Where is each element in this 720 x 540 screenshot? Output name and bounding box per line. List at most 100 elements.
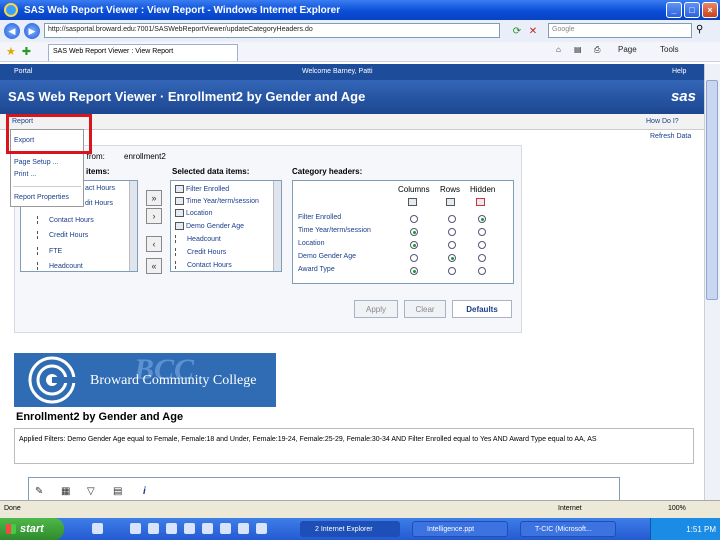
quicklaunch-icon[interactable] (202, 523, 213, 534)
columns-radio[interactable] (410, 228, 418, 236)
edit-icon[interactable]: ✎ (35, 486, 43, 497)
clock: 1:51 PM (686, 524, 716, 534)
columns-radio[interactable] (410, 267, 418, 275)
menu-item-report-properties[interactable]: Report Properties (14, 194, 69, 201)
howdoi-link[interactable]: How Do I? (646, 118, 679, 125)
menu-item-print[interactable]: Print ... (14, 171, 36, 178)
search-icon[interactable]: ⚲ (696, 24, 703, 35)
list-item[interactable]: act Hours (85, 185, 115, 192)
add-button[interactable]: › (146, 208, 162, 224)
print-icon[interactable]: ⎙ (594, 45, 600, 55)
help-link[interactable]: Help (672, 68, 686, 75)
available-items-label: items: (86, 167, 110, 176)
rows-radio[interactable] (448, 267, 456, 275)
zone-text: Internet (558, 505, 582, 512)
quicklaunch-icon[interactable] (130, 523, 141, 534)
system-tray: 1:51 PM (650, 518, 720, 540)
quicklaunch-icon[interactable] (92, 523, 103, 534)
list-item[interactable]: Headcount (175, 235, 221, 243)
page-menu[interactable]: Page (618, 45, 637, 54)
quicklaunch-icon[interactable] (166, 523, 177, 534)
address-row: ◀ ▶ http://sasportal.broward.edu:7001/SA… (0, 20, 720, 42)
sas-logo: sas (670, 88, 696, 105)
feeds-icon[interactable]: ▤ (574, 45, 582, 54)
list-item[interactable]: FTE (37, 247, 62, 255)
maximize-button[interactable]: □ (684, 2, 700, 18)
columns-radio[interactable] (410, 254, 418, 262)
list-item[interactable]: Contact Hours (37, 216, 94, 224)
browser-tab[interactable]: SAS Web Report Viewer : View Report (48, 44, 238, 61)
favorites-star-icon[interactable]: ★ (6, 45, 16, 58)
category-icon (175, 209, 184, 217)
highlight-box (6, 114, 92, 154)
list-item[interactable]: Credit Hours (175, 248, 226, 256)
list-item[interactable]: Filter Enrolled (175, 185, 229, 193)
hidden-radio[interactable] (478, 215, 486, 223)
list-item[interactable]: dit Hours (85, 200, 113, 207)
category-row-label: Time Year/term/session (298, 227, 371, 234)
menu-separator (13, 186, 81, 187)
hidden-radio[interactable] (478, 267, 486, 275)
refresh-data-link[interactable]: Refresh Data (650, 133, 691, 140)
quicklaunch-icon[interactable] (220, 523, 231, 534)
forward-button[interactable]: ▶ (24, 23, 40, 39)
list-scrollbar[interactable] (129, 181, 137, 271)
home-icon[interactable]: ⌂ (556, 45, 561, 54)
refresh-icon[interactable]: ⟳ (510, 24, 524, 38)
measure-icon (37, 262, 47, 270)
chart-icon[interactable]: ▦ (61, 486, 70, 497)
minimize-button[interactable]: _ (666, 2, 682, 18)
table-icon[interactable]: ▤ (113, 486, 122, 497)
columns-radio[interactable] (410, 241, 418, 249)
defaults-button[interactable]: Defaults (452, 300, 512, 318)
scrollbar-thumb[interactable] (706, 80, 718, 300)
quicklaunch-icon[interactable] (184, 523, 195, 534)
filter-icon[interactable]: ▽ (87, 486, 95, 497)
rows-radio[interactable] (448, 215, 456, 223)
columns-icon (408, 198, 417, 206)
list-item[interactable]: Demo Gender Age (175, 222, 244, 230)
apply-button[interactable]: Apply (354, 300, 398, 318)
back-button[interactable]: ◀ (4, 23, 20, 39)
quicklaunch-icon[interactable] (148, 523, 159, 534)
close-button[interactable]: × (702, 2, 718, 18)
menu-item-page-setup[interactable]: Page Setup ... (14, 159, 58, 166)
rows-header: Rows (440, 185, 461, 194)
ie-logo-icon (4, 3, 18, 17)
rows-radio[interactable] (448, 254, 456, 262)
add-favorite-icon[interactable]: ✚ (22, 45, 31, 58)
selected-items-list[interactable]: Filter Enrolled Time Year/term/session L… (170, 180, 282, 272)
zoom-level[interactable]: 100% (668, 505, 686, 512)
report-menubar: Report How Do I? (0, 114, 720, 130)
list-scrollbar[interactable] (273, 181, 281, 271)
hidden-radio[interactable] (478, 241, 486, 249)
add-all-button[interactable]: » (146, 190, 162, 206)
start-button[interactable]: start (0, 518, 64, 540)
rows-radio[interactable] (448, 241, 456, 249)
clear-button[interactable]: Clear (404, 300, 446, 318)
tools-menu[interactable]: Tools (660, 45, 679, 54)
list-item[interactable]: Time Year/term/session (175, 197, 259, 205)
hidden-radio[interactable] (478, 228, 486, 236)
measure-icon (175, 248, 185, 256)
hidden-radio[interactable] (478, 254, 486, 262)
taskbar-item-ie[interactable]: 2 Internet Explorer (300, 521, 400, 537)
remove-button[interactable]: ‹ (146, 236, 162, 252)
columns-radio[interactable] (410, 215, 418, 223)
list-item[interactable]: Contact Hours (175, 261, 232, 269)
search-input[interactable]: Google (548, 23, 692, 38)
taskbar-item-ppt[interactable]: Intelligence.ppt (412, 521, 508, 537)
info-icon[interactable]: i (143, 486, 146, 497)
stop-icon[interactable]: ✕ (526, 24, 540, 38)
list-item[interactable]: Headcount (37, 262, 83, 270)
portal-link[interactable]: Portal (14, 68, 32, 75)
rows-radio[interactable] (448, 228, 456, 236)
quicklaunch-icon[interactable] (238, 523, 249, 534)
quicklaunch-icon[interactable] (256, 523, 267, 534)
remove-all-button[interactable]: « (146, 258, 162, 274)
address-bar[interactable]: http://sasportal.broward.edu:7001/SASWeb… (44, 23, 500, 38)
welcome-text: Welcome Barney, Patti (302, 68, 373, 75)
taskbar-item-word[interactable]: T-CIC (Microsoft... (520, 521, 616, 537)
list-item[interactable]: Location (175, 209, 212, 217)
list-item[interactable]: Credit Hours (37, 231, 88, 239)
